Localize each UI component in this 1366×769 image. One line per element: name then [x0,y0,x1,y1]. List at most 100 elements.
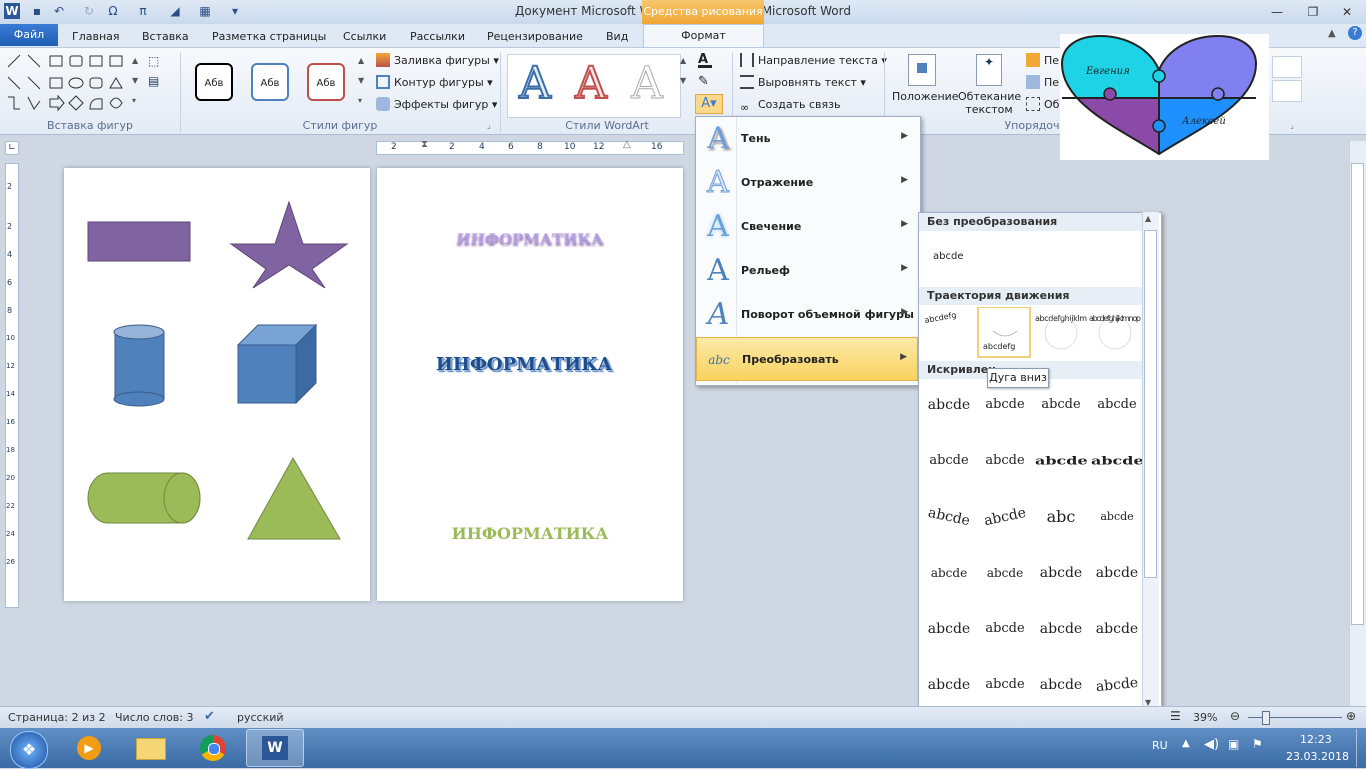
text-effects-button[interactable]: A▾ [695,94,723,114]
align-text-button[interactable]: Выровнять текст ▾ [740,74,866,92]
shapes-scroll-down-icon[interactable]: ▼ [132,76,138,85]
tab-view[interactable]: Вид [606,28,628,46]
tab-page-layout[interactable]: Разметка страницы [212,28,326,46]
tab-home[interactable]: Главная [72,28,120,46]
tab-insert[interactable]: Вставка [142,28,189,46]
word-icon[interactable]: W [4,3,20,19]
wrap-text-button-line2[interactable]: текстом [958,101,1020,119]
gallery-path-items[interactable]: abcdefg abcdefg abcdefghijklm abcdefghij… [923,307,1145,359]
gallery-scroll-thumb[interactable] [1144,230,1157,578]
status-word-count[interactable]: Число слов: 3 [115,711,194,724]
purple-star[interactable] [229,200,349,289]
wordart-text-green[interactable]: ИНФОРМАТИКА [377,524,683,543]
warp-inflate-bottom[interactable]: abcde [1035,609,1087,649]
wordart-scroll-down-icon[interactable]: ▼ [680,76,686,85]
warp-deflate[interactable]: abcde [979,609,1031,649]
shapes-gallery[interactable] [6,53,141,113]
zoom-slider-thumb[interactable] [1262,711,1270,725]
taskbar-media-player[interactable]: ▶ [60,729,118,767]
tray-arrow-icon[interactable]: ▲ [1182,738,1190,749]
language-indicator[interactable]: RU [1152,739,1168,752]
zoom-in-icon[interactable]: ⊕ [1346,709,1356,723]
scrollbar-thumb[interactable] [1351,163,1364,625]
status-language[interactable]: русский [237,711,284,724]
tab-format[interactable]: Формат [643,24,764,48]
warp-circle[interactable]: abcde [975,492,1034,542]
warp-fade-right[interactable]: abcde [1035,665,1087,705]
shape-style-3[interactable]: Абв [307,63,345,101]
warp-ring-outside[interactable]: abcde [1035,447,1088,475]
zoom-level[interactable]: 39% [1193,711,1217,724]
status-page[interactable]: Страница: 2 из 2 [8,711,106,724]
warp-ring-inside[interactable]: abcde [979,441,1031,481]
minimize-ribbon-icon[interactable]: ▲ [1328,28,1336,39]
green-triangle[interactable] [247,456,341,540]
warp-arch-up[interactable]: abcde [1091,447,1144,475]
gallery-no-transform-item[interactable]: abcde [933,251,963,262]
taskbar-chrome[interactable] [184,729,242,767]
size-height-field[interactable] [1272,56,1302,78]
position-button[interactable]: Положение [892,88,959,106]
warp-double-wave-1[interactable]: abcde [1035,553,1087,593]
warp-button-pour[interactable]: abcde [1091,497,1143,537]
gallery-scroll-up-icon[interactable]: ▲ [1145,214,1151,223]
shape-style-1[interactable]: Абв [195,63,233,101]
arrange-item-3[interactable]: Об [1026,96,1059,114]
blue-cylinder[interactable] [113,324,165,407]
styles-more-icon[interactable]: ▾ [358,96,362,105]
spelling-check-icon[interactable]: ✔ [204,709,215,724]
text-outline-icon[interactable]: ✎ [698,74,709,89]
tab-review[interactable]: Рецензирование [487,28,583,46]
save-icon[interactable]: ▪ [28,2,46,20]
warp-inflate[interactable]: abcde [923,609,975,649]
warp-deflate-top[interactable]: abcde [979,665,1031,705]
clock-date[interactable]: 23.03.2018 [1286,750,1349,763]
wordart-style-2[interactable]: A [566,57,616,110]
warp-chevron-up[interactable]: abcde [1091,385,1143,425]
size-dialog-launcher-icon[interactable]: ⌟ [1290,121,1294,130]
warp-wave-2[interactable]: abcde [979,553,1031,593]
green-horizontal-cylinder[interactable] [87,472,201,524]
warp-wave-1[interactable]: abcde [923,553,975,593]
warp-triangle-up[interactable]: abcde [979,385,1031,425]
shape-effects-button[interactable]: Эффекты фигур ▾ [376,96,497,114]
edit-shape-icon[interactable]: ⬚ [148,54,166,68]
tab-file[interactable]: Файл [0,24,58,46]
customize-quick-access-icon[interactable]: ▾ [226,2,244,20]
position-icon[interactable] [908,54,936,86]
wordart-style-3[interactable]: A [622,58,672,110]
wordart-text-blue[interactable]: ИНФОРМАТИКА [377,354,671,375]
shapes-more-icon[interactable]: ▾ [132,96,136,105]
warp-arch-down[interactable]: abcde [919,492,978,542]
shape-fill-button[interactable]: Заливка фигуры ▾ [376,52,499,70]
wrap-text-icon[interactable]: ✦ [976,54,1002,86]
show-desktop-button[interactable] [1356,729,1366,767]
right-indent-marker-icon[interactable]: △ [623,139,631,150]
warp-deflate-bottom[interactable]: abcde [1091,609,1143,649]
redo-icon[interactable]: ↻ [80,2,98,20]
tab-mailings[interactable]: Рассылки [410,28,465,46]
vertical-ruler[interactable]: 2 2 4 6 8 10 12 14 16 18 20 22 24 26 [5,163,19,608]
purple-rectangle[interactable] [87,221,191,262]
table-icon[interactable]: ▦ [196,2,214,20]
equation-button[interactable]: π [134,2,152,20]
gallery-scrollbar[interactable]: ▲ ▼ [1142,212,1159,712]
clock-time[interactable]: 12:23 [1300,733,1332,746]
warp-plain[interactable]: abcde [923,385,975,425]
menu-item-transform[interactable]: abc Преобразовать ▶ [696,337,918,381]
create-link-button[interactable]: ∞ Создать связь [740,96,840,114]
warp-fade-left[interactable]: abcde [1089,662,1145,707]
blue-cube[interactable] [236,323,318,405]
path-arch-up[interactable]: abcdefg [924,311,957,325]
warp-triangle-down[interactable]: abcde [1035,385,1087,425]
menu-item-glow[interactable]: A Свечение ▶ [696,205,918,249]
symbol-button[interactable]: Ω [104,2,122,20]
menu-item-3d-rotation[interactable]: A Поворот объемной фигуры ▶ [696,293,918,337]
size-width-field[interactable] [1272,80,1302,102]
warp-chevron-down[interactable]: abcde [923,441,975,481]
wordart-scroll-up-icon[interactable]: ▲ [680,56,686,65]
zoom-out-icon[interactable]: ⊖ [1230,709,1240,723]
text-direction-button[interactable]: Направление текста ▾ [740,52,887,70]
path-button[interactable]: abcdefghijklmnop [1089,314,1141,323]
dialog-launcher-icon[interactable]: ⌟ [487,121,491,130]
